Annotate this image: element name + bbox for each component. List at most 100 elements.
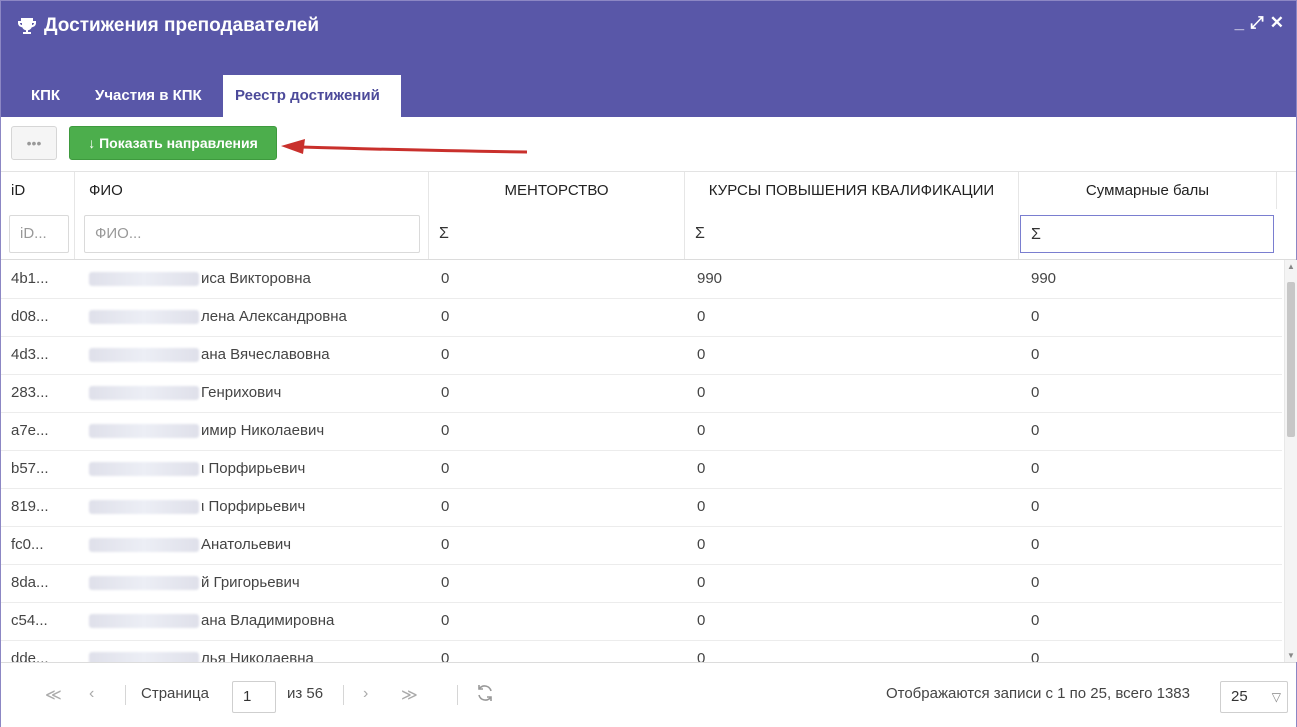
cell-mentorship: 0 <box>429 298 685 336</box>
cell-courses: 0 <box>685 488 1019 526</box>
total-sum-filter[interactable]: Σ <box>1020 215 1274 253</box>
cell-courses-text: 0 <box>697 384 706 401</box>
cell-id-text: fc0... <box>11 536 44 553</box>
scrollbar-thumb[interactable] <box>1287 282 1295 437</box>
cell-courses-text: 0 <box>697 460 706 477</box>
cell-mentorship: 0 <box>429 260 685 298</box>
col-header-id[interactable]: iD <box>1 172 75 210</box>
page-size-select[interactable]: 25 ▽ <box>1220 681 1288 713</box>
mentorship-sum-filter[interactable]: Σ <box>429 215 684 253</box>
cell-mentorship: 0 <box>429 374 685 412</box>
page-number-input[interactable]: 1 <box>232 681 276 713</box>
cell-id: 819... <box>1 488 75 526</box>
cell-mentorship-text: 0 <box>441 612 450 629</box>
minimize-icon[interactable]: _ <box>1235 13 1244 33</box>
cell-id: b57... <box>1 450 75 488</box>
redacted-name-block <box>89 272 199 287</box>
table-row[interactable]: 819... ι Порфирьевич 0 0 0 <box>1 488 1282 527</box>
cell-id: 283... <box>1 374 75 412</box>
cell-fio-text: ι Порфирьевич <box>201 460 306 477</box>
fio-filter-input[interactable]: ФИО... <box>84 215 420 253</box>
table-row[interactable]: a7e... имир Николаевич 0 0 0 <box>1 412 1282 451</box>
page-label: Страница <box>141 685 209 702</box>
cell-mentorship: 0 <box>429 450 685 488</box>
tab-kpk[interactable]: КПК <box>19 75 72 117</box>
cell-fio-text: лья Николаевна <box>201 650 314 662</box>
cell-courses: 0 <box>685 336 1019 374</box>
cell-id: fc0... <box>1 526 75 564</box>
table-row[interactable]: 283... Генрихович 0 0 0 <box>1 374 1282 413</box>
scroll-down-icon[interactable]: ▼ <box>1287 651 1295 660</box>
redacted-name-block <box>89 462 199 477</box>
cell-courses: 0 <box>685 526 1019 564</box>
redacted-name-block <box>89 310 199 325</box>
cell-fio-text: ана Владимировна <box>201 612 335 629</box>
last-page-icon[interactable]: ≫ <box>401 685 418 705</box>
cell-mentorship-text: 0 <box>441 536 450 553</box>
redacted-name-block <box>89 576 199 591</box>
window-title: Достижения преподавателей <box>17 15 319 37</box>
refresh-icon[interactable] <box>475 683 495 703</box>
cell-courses: 0 <box>685 298 1019 336</box>
next-page-icon[interactable]: › <box>363 685 368 703</box>
cell-fio: ана Владимировна <box>75 602 429 640</box>
table-row[interactable]: b57... ι Порфирьевич 0 0 0 <box>1 450 1282 489</box>
col-header-courses[interactable]: КУРСЫ ПОВЫШЕНИЯ КВАЛИФИКАЦИИ <box>685 172 1019 210</box>
id-filter-input[interactable]: iD... <box>9 215 69 253</box>
table-row[interactable]: c54... ана Владимировна 0 0 0 <box>1 602 1282 641</box>
cell-id-text: 8da... <box>11 574 49 591</box>
cell-id: 4b1... <box>1 260 75 298</box>
maximize-icon[interactable]: ⤢ <box>1250 13 1264 33</box>
table-row[interactable]: 8da... й Григорьевич 0 0 0 <box>1 564 1282 603</box>
cell-mentorship-text: 0 <box>441 270 450 287</box>
cell-total: 0 <box>1019 450 1277 488</box>
col-header-total[interactable]: Суммарные балы <box>1019 172 1277 210</box>
cell-fio-text: лена Александровна <box>201 308 347 325</box>
more-options-button[interactable]: ••• <box>11 126 57 160</box>
cell-courses: 0 <box>685 640 1019 662</box>
table-row[interactable]: d08... лена Александровна 0 0 0 <box>1 298 1282 337</box>
cell-fio-text: иса Викторовна <box>201 270 311 287</box>
table-row[interactable]: 4b1... иса Викторовна 0 990 990 <box>1 260 1282 299</box>
courses-sum-filter[interactable]: Σ <box>685 215 1018 253</box>
window-titlebar[interactable]: Достижения преподавателей _ ⤢ ✕ <box>1 1 1296 65</box>
cell-fio-text: Анатольевич <box>201 536 292 553</box>
close-icon[interactable]: ✕ <box>1270 13 1284 33</box>
pager-divider <box>125 685 126 705</box>
cell-fio: ι Порфирьевич <box>75 488 429 526</box>
tab-achievements-registry[interactable]: Реестр достижений <box>223 75 401 117</box>
cell-mentorship: 0 <box>429 526 685 564</box>
col-header-mentorship[interactable]: МЕНТОРСТВО <box>429 172 685 210</box>
scroll-up-icon[interactable]: ▲ <box>1287 262 1295 271</box>
cell-mentorship-text: 0 <box>441 308 450 325</box>
cell-total-text: 0 <box>1031 498 1040 515</box>
prev-page-icon[interactable]: ‹ <box>89 685 94 703</box>
table-row[interactable]: dde... лья Николаевна 0 0 0 <box>1 640 1282 662</box>
table-header: iD ФИО МЕНТОРСТВО КУРСЫ ПОВЫШЕНИЯ КВАЛИФ… <box>1 171 1296 211</box>
window-controls: _ ⤢ ✕ <box>1235 13 1284 33</box>
table-row[interactable]: fc0... Анатольевич 0 0 0 <box>1 526 1282 565</box>
filter-row: iD... ФИО... Σ Σ Σ <box>1 209 1296 260</box>
show-directions-button[interactable]: ↓ Показать направления <box>69 126 277 160</box>
vertical-scrollbar[interactable]: ▲ ▼ <box>1284 260 1297 662</box>
cell-mentorship: 0 <box>429 488 685 526</box>
cell-courses-text: 0 <box>697 536 706 553</box>
first-page-icon[interactable]: ≪ <box>45 685 62 705</box>
tab-kpk-participation[interactable]: Участия в КПК <box>83 75 214 117</box>
filter-cell-courses: Σ <box>685 209 1019 259</box>
filter-cell-total: Σ <box>1019 209 1296 259</box>
cell-total-text: 0 <box>1031 574 1040 591</box>
tab-bar: КПК Участия в КПК Реестр достижений <box>1 65 1296 117</box>
cell-id: c54... <box>1 602 75 640</box>
page-size-value: 25 <box>1231 688 1248 705</box>
cell-id-text: d08... <box>11 308 49 325</box>
table-row[interactable]: 4d3... ана Вячеславовна 0 0 0 <box>1 336 1282 375</box>
redacted-name-block <box>89 424 199 439</box>
cell-total-text: 0 <box>1031 384 1040 401</box>
cell-total-text: 0 <box>1031 422 1040 439</box>
cell-fio-text: ана Вячеславовна <box>201 346 330 363</box>
cell-mentorship: 0 <box>429 336 685 374</box>
cell-total: 0 <box>1019 602 1277 640</box>
col-header-fio[interactable]: ФИО <box>75 172 429 210</box>
pager-divider <box>457 685 458 705</box>
